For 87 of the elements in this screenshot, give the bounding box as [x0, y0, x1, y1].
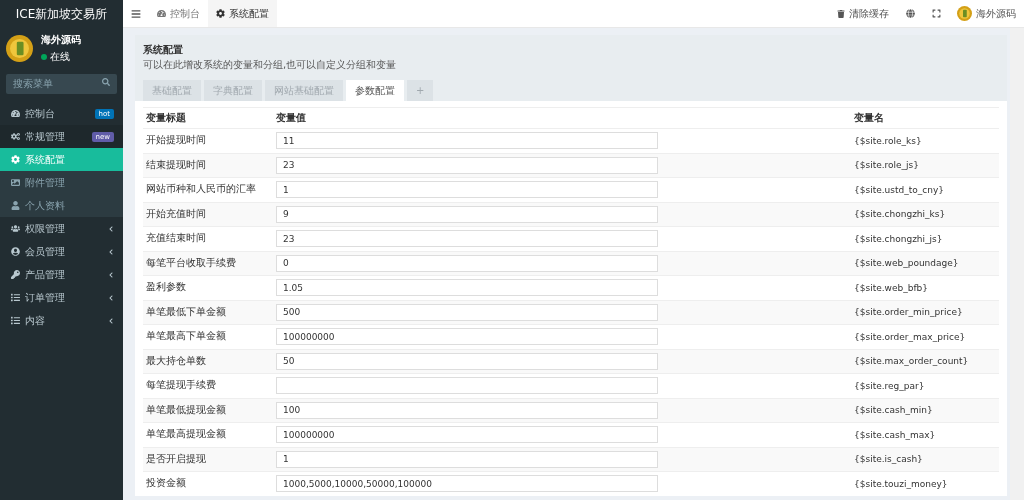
- input-field[interactable]: 0: [276, 254, 658, 272]
- submenu-item[interactable]: 附件管理: [0, 171, 123, 194]
- menu-item[interactable]: 产品管理: [0, 263, 123, 286]
- table-cell: {$site.reg_par}: [854, 380, 925, 391]
- submenu-item[interactable]: 个人资料: [0, 194, 123, 217]
- table-cell-text: 盈利参数: [146, 280, 187, 294]
- chevron-icon: [108, 271, 114, 278]
- input-field[interactable]: 9: [276, 205, 658, 223]
- input-field[interactable]: 50: [276, 352, 658, 370]
- panel-description: 可以在此增改系统的变量和分组,也可以自定义分组和变量: [143, 58, 398, 72]
- page-tab[interactable]: 系统配置: [208, 0, 277, 27]
- menu-icon: [11, 155, 20, 164]
- table-cell: {$site.order_min_price}: [854, 307, 963, 318]
- table-cell: {$site.role_js}: [854, 160, 920, 171]
- input-field[interactable]: [276, 377, 658, 395]
- chevron-icon: [108, 317, 114, 324]
- search-field[interactable]: 搜索菜单: [6, 73, 117, 94]
- table-cell-text: 投资金额: [146, 476, 187, 490]
- menu-icon: [11, 247, 20, 256]
- input-field[interactable]: 500: [276, 303, 658, 321]
- table-cell-text: 单笔最高下单金额: [146, 329, 227, 343]
- menu-icon: [11, 201, 20, 210]
- status-dot: [41, 54, 47, 60]
- input-field[interactable]: 23: [276, 230, 658, 248]
- chevron-icon: [108, 225, 114, 232]
- table-cell: {$site.touzi_money}: [854, 478, 948, 489]
- menu-icon: [11, 224, 20, 233]
- menu-icon: [11, 132, 20, 141]
- avatar: [957, 6, 972, 21]
- column-header: 变量值: [276, 111, 307, 125]
- panel-title: 系统配置: [143, 43, 184, 57]
- config-tab[interactable]: 参数配置: [346, 80, 404, 101]
- avatar: [6, 35, 33, 62]
- trash-icon: [837, 9, 845, 18]
- table-cell-text: 充值结束时间: [146, 231, 207, 245]
- column-header: 变量名: [854, 111, 885, 125]
- table-cell-text: 单笔最低提现金额: [146, 402, 227, 417]
- search-icon: [102, 78, 110, 86]
- table-cell: {$site.cash_max}: [854, 429, 936, 440]
- dashboard-icon: [157, 9, 166, 18]
- menu-icon: [11, 293, 20, 302]
- table-cell: {$site.is_cash}: [854, 454, 923, 465]
- menu-item[interactable]: 订单管理: [0, 286, 123, 309]
- input-field[interactable]: 1: [276, 450, 658, 468]
- chevron-icon: [108, 248, 114, 255]
- clear-cache-button[interactable]: 清除缓存: [829, 6, 897, 21]
- menu-item[interactable]: 内容: [0, 309, 123, 332]
- table-cell-text: 单笔最高提现金额: [146, 427, 227, 441]
- input-field[interactable]: 11: [276, 132, 658, 150]
- table-cell-text: 开始充值时间: [146, 206, 207, 221]
- table-cell: {$site.web_bfb}: [854, 282, 928, 293]
- table-cell: {$site.role_ks}: [854, 135, 922, 146]
- menu-icon: [11, 270, 20, 279]
- user-name: 海外源码: [41, 33, 81, 47]
- input-field[interactable]: 23: [276, 156, 658, 174]
- gear-icon: [216, 9, 225, 18]
- table-cell: {$site.order_max_price}: [854, 331, 966, 342]
- table-cell-text: 开始提现时间: [146, 133, 207, 147]
- table-cell: {$site.max_order_count}: [854, 356, 969, 367]
- table-cell-text: 单笔最低下单金额: [146, 304, 227, 319]
- input-field[interactable]: 100000000: [276, 328, 658, 346]
- menu-icon: [11, 316, 20, 325]
- table-cell: {$site.ustd_to_cny}: [854, 184, 944, 195]
- menu-item[interactable]: 会员管理: [0, 240, 123, 263]
- user-name[interactable]: 海外源码: [976, 6, 1016, 21]
- table-cell: {$site.web_poundage}: [854, 258, 959, 269]
- table-cell-text: 每笔平台收取手续费: [146, 255, 237, 270]
- input-field[interactable]: 100: [276, 401, 658, 419]
- input-field[interactable]: 1.05: [276, 279, 658, 297]
- chevron-icon: [108, 294, 114, 301]
- menu-icon: [11, 178, 20, 187]
- table-cell: {$site.cash_min}: [854, 405, 933, 416]
- user-status: 在线: [50, 50, 70, 64]
- table-cell-text: 是否开启提现: [146, 451, 207, 466]
- input-field[interactable]: 100000000: [276, 426, 658, 444]
- input-field[interactable]: 1: [276, 181, 658, 199]
- table-cell: {$site.chongzhi_js}: [854, 233, 943, 244]
- table-cell-text: 结束提现时间: [146, 157, 207, 172]
- input-field[interactable]: 1000,5000,10000,50000,100000: [276, 475, 658, 493]
- column-header: 变量标题: [146, 111, 187, 125]
- table-cell-text: 最大持仓单数: [146, 353, 207, 368]
- table-cell-text: 每笔提现手续费: [146, 378, 217, 392]
- brand-title: ICE新加坡交易所: [14, 5, 109, 23]
- menu-item[interactable]: 权限管理: [0, 217, 123, 240]
- table-cell: {$site.chongzhi_ks}: [854, 209, 946, 220]
- table-cell-text: 网站币种和人民币的汇率: [146, 182, 257, 196]
- menu-icon: [11, 109, 20, 118]
